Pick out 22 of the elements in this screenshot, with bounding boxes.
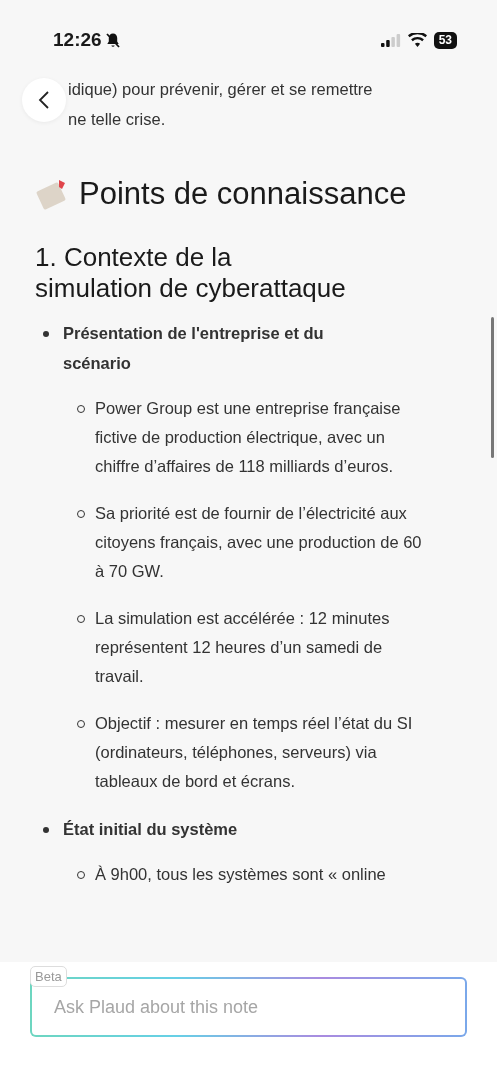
- scrollbar[interactable]: [491, 317, 494, 458]
- list-item-text: Objectif : mesurer en temps réel l’état du SI (ordinateurs, téléphones, serveurs) via tableaux de bord et écrans.: [95, 713, 414, 792]
- bullet-icon: [43, 827, 49, 833]
- topic-heading: Présentation de l'entreprise et du scénario: [63, 323, 325, 374]
- paragraph-line: idique) pour prévenir, gérer et se remettre: [68, 80, 374, 100]
- list-item-text: La simulation est accélérée : 12 minutes représentent 12 heures d’un samedi de travail.: [95, 608, 391, 687]
- topic-heading: État initial du système: [63, 819, 239, 840]
- back-button[interactable]: [22, 78, 66, 122]
- muted-bell-icon: [104, 31, 121, 49]
- list-item-text: Power Group est une entreprise française fictive de production électrique, avec un chiffre d’affaires de 118 milliards d’euros.: [95, 398, 402, 477]
- chevron-left-icon: [38, 90, 50, 110]
- beta-tag: Beta: [30, 966, 67, 987]
- battery-level: 53: [433, 31, 457, 49]
- clock-time: 12:26: [53, 29, 102, 51]
- section-heading: Points de connaissance: [79, 176, 407, 212]
- paragraph-line: ne telle crise.: [68, 109, 167, 130]
- bullet-icon: [43, 331, 49, 337]
- list-item-text: À 9h00, tous les systèmes sont « online: [95, 864, 387, 885]
- signal-icon: [380, 33, 401, 47]
- list-item-text: Sa priorité est de fournir de l’électricité aux citoyens français, avec une production de 60 à 70 GW.: [95, 503, 423, 582]
- wifi-icon: [407, 33, 427, 47]
- subsection-heading: 1. Contexte de la simulation de cyberattaque: [35, 242, 347, 304]
